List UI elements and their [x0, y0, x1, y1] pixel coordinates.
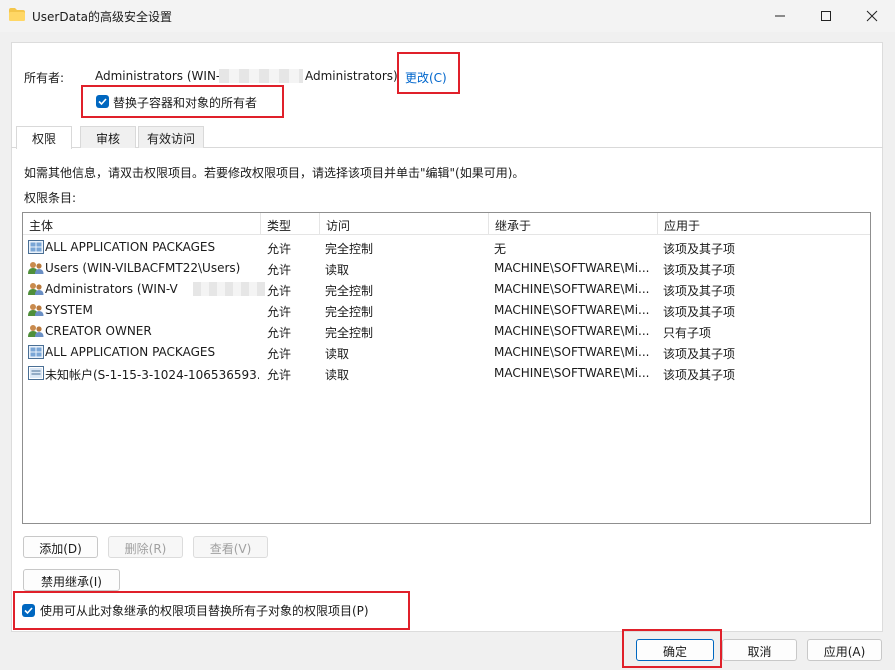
apply-button[interactable]: 应用(A)	[807, 639, 882, 661]
users-icon	[28, 283, 44, 295]
column-header-principal[interactable]: 主体	[23, 213, 261, 235]
cell-inherited-from: MACHINE\SOFTWARE\Mi...	[494, 303, 650, 317]
remove-button[interactable]: 删除(R)	[108, 536, 183, 558]
tab-label: 审核	[95, 132, 120, 146]
cell-access: 读取	[325, 263, 350, 277]
title-bar: UserData的高级安全设置	[0, 0, 895, 32]
cell-inherited-from: 无	[494, 242, 507, 256]
table-row[interactable]: SYSTEM 允许 完全控制 MACHINE\SOFTWARE\Mi... 该项…	[23, 300, 870, 321]
cell-type: 允许	[267, 242, 292, 256]
redacted-mask	[219, 69, 303, 83]
cell-type: 允许	[267, 326, 292, 340]
cell-applies-to: 该项及其子项	[663, 368, 736, 382]
info-text: 如需其他信息，请双击权限项目。若要修改权限项目，请选择该项目并单击"编辑"(如果…	[24, 166, 525, 180]
cell-type: 允许	[267, 263, 292, 277]
minimize-icon	[775, 15, 785, 17]
maximize-icon	[821, 11, 831, 21]
table-row[interactable]: 未知帐户(S-1-15-3-1024-106536593... 允许 读取 MA…	[23, 363, 870, 384]
users-icon	[28, 325, 44, 337]
cell-access: 完全控制	[325, 284, 374, 298]
cell-applies-to: 该项及其子项	[663, 347, 736, 361]
folder-icon	[9, 8, 25, 21]
cell-type: 允许	[267, 368, 292, 382]
cell-applies-to: 该项及其子项	[663, 305, 736, 319]
tab-label: 有效访问	[146, 132, 195, 146]
cell-inherited-from: MACHINE\SOFTWARE\Mi...	[494, 261, 650, 275]
maximize-button[interactable]	[803, 0, 849, 32]
table-row[interactable]: Administrators (WIN-V 允许 完全控制 MACHINE\SO…	[23, 279, 870, 300]
tab-permissions[interactable]: 权限	[16, 126, 72, 149]
cell-applies-to: 该项及其子项	[663, 284, 736, 298]
cell-principal: Users (WIN-VILBACFMT22\Users)	[45, 261, 241, 275]
permission-entries-list[interactable]: 主体 类型 访问 继承于 应用于 ALL APPLICATION PACKAGE…	[22, 212, 871, 524]
app-packages-icon	[28, 240, 44, 254]
cell-type: 允许	[267, 305, 292, 319]
close-icon	[866, 10, 878, 22]
cell-principal: Administrators (WIN-V	[45, 282, 178, 296]
highlight-box-ok	[622, 629, 722, 668]
cell-type: 允许	[267, 284, 292, 298]
cell-principal: ALL APPLICATION PACKAGES	[45, 240, 216, 254]
column-header-type[interactable]: 类型	[261, 213, 320, 235]
owner-label: 所有者:	[24, 71, 65, 85]
cell-access: 读取	[325, 368, 350, 382]
app-packages-icon	[28, 345, 44, 359]
cell-applies-to: 只有子项	[663, 326, 712, 340]
cell-access: 读取	[325, 347, 350, 361]
list-header: 主体 类型 访问 继承于 应用于	[23, 213, 870, 235]
window-title: UserData的高级安全设置	[32, 10, 173, 24]
highlight-box-replace-owner	[81, 85, 284, 118]
table-row[interactable]: Users (WIN-VILBACFMT22\Users) 允许 读取 MACH…	[23, 258, 870, 279]
tab-auditing[interactable]: 审核	[80, 126, 136, 148]
cell-access: 完全控制	[325, 305, 374, 319]
column-header-applies-to[interactable]: 应用于	[658, 213, 870, 235]
table-row[interactable]: ALL APPLICATION PACKAGES 允许 完全控制 无 该项及其子…	[23, 237, 870, 258]
close-button[interactable]	[849, 0, 895, 32]
highlight-box-change-link	[397, 52, 460, 94]
cell-inherited-from: MACHINE\SOFTWARE\Mi...	[494, 324, 650, 338]
cell-type: 允许	[267, 347, 292, 361]
cell-access: 完全控制	[325, 326, 374, 340]
highlight-box-replace-child	[13, 591, 410, 630]
users-icon	[28, 262, 44, 274]
cancel-button[interactable]: 取消	[722, 639, 797, 661]
cell-inherited-from: MACHINE\SOFTWARE\Mi...	[494, 366, 650, 380]
owner-value-suffix: Administrators)	[305, 69, 398, 83]
cell-access: 完全控制	[325, 242, 374, 256]
view-button[interactable]: 查看(V)	[193, 536, 268, 558]
users-icon	[28, 304, 44, 316]
cell-principal: CREATOR OWNER	[45, 324, 152, 338]
cell-applies-to: 该项及其子项	[663, 263, 736, 277]
tab-label: 权限	[31, 132, 56, 146]
permission-entries-label: 权限条目:	[24, 191, 77, 205]
table-row[interactable]: CREATOR OWNER 允许 完全控制 MACHINE\SOFTWARE\M…	[23, 321, 870, 342]
cell-inherited-from: MACHINE\SOFTWARE\Mi...	[494, 282, 650, 296]
column-header-inherited-from[interactable]: 继承于	[489, 213, 658, 235]
cell-principal: ALL APPLICATION PACKAGES	[45, 345, 216, 359]
redacted-mask	[193, 282, 265, 296]
cell-inherited-from: MACHINE\SOFTWARE\Mi...	[494, 345, 650, 359]
table-row[interactable]: ALL APPLICATION PACKAGES 允许 读取 MACHINE\S…	[23, 342, 870, 363]
unknown-account-icon	[28, 366, 44, 380]
tab-effective-access[interactable]: 有效访问	[138, 126, 204, 148]
cell-principal: SYSTEM	[45, 303, 93, 317]
disable-inheritance-button[interactable]: 禁用继承(I)	[23, 569, 120, 591]
owner-value: Administrators (WIN-	[95, 69, 221, 83]
cell-applies-to: 该项及其子项	[663, 242, 736, 256]
cell-principal: 未知帐户(S-1-15-3-1024-106536593...	[45, 368, 259, 382]
add-button[interactable]: 添加(D)	[23, 536, 98, 558]
column-header-access[interactable]: 访问	[320, 213, 489, 235]
minimize-button[interactable]	[757, 0, 803, 32]
